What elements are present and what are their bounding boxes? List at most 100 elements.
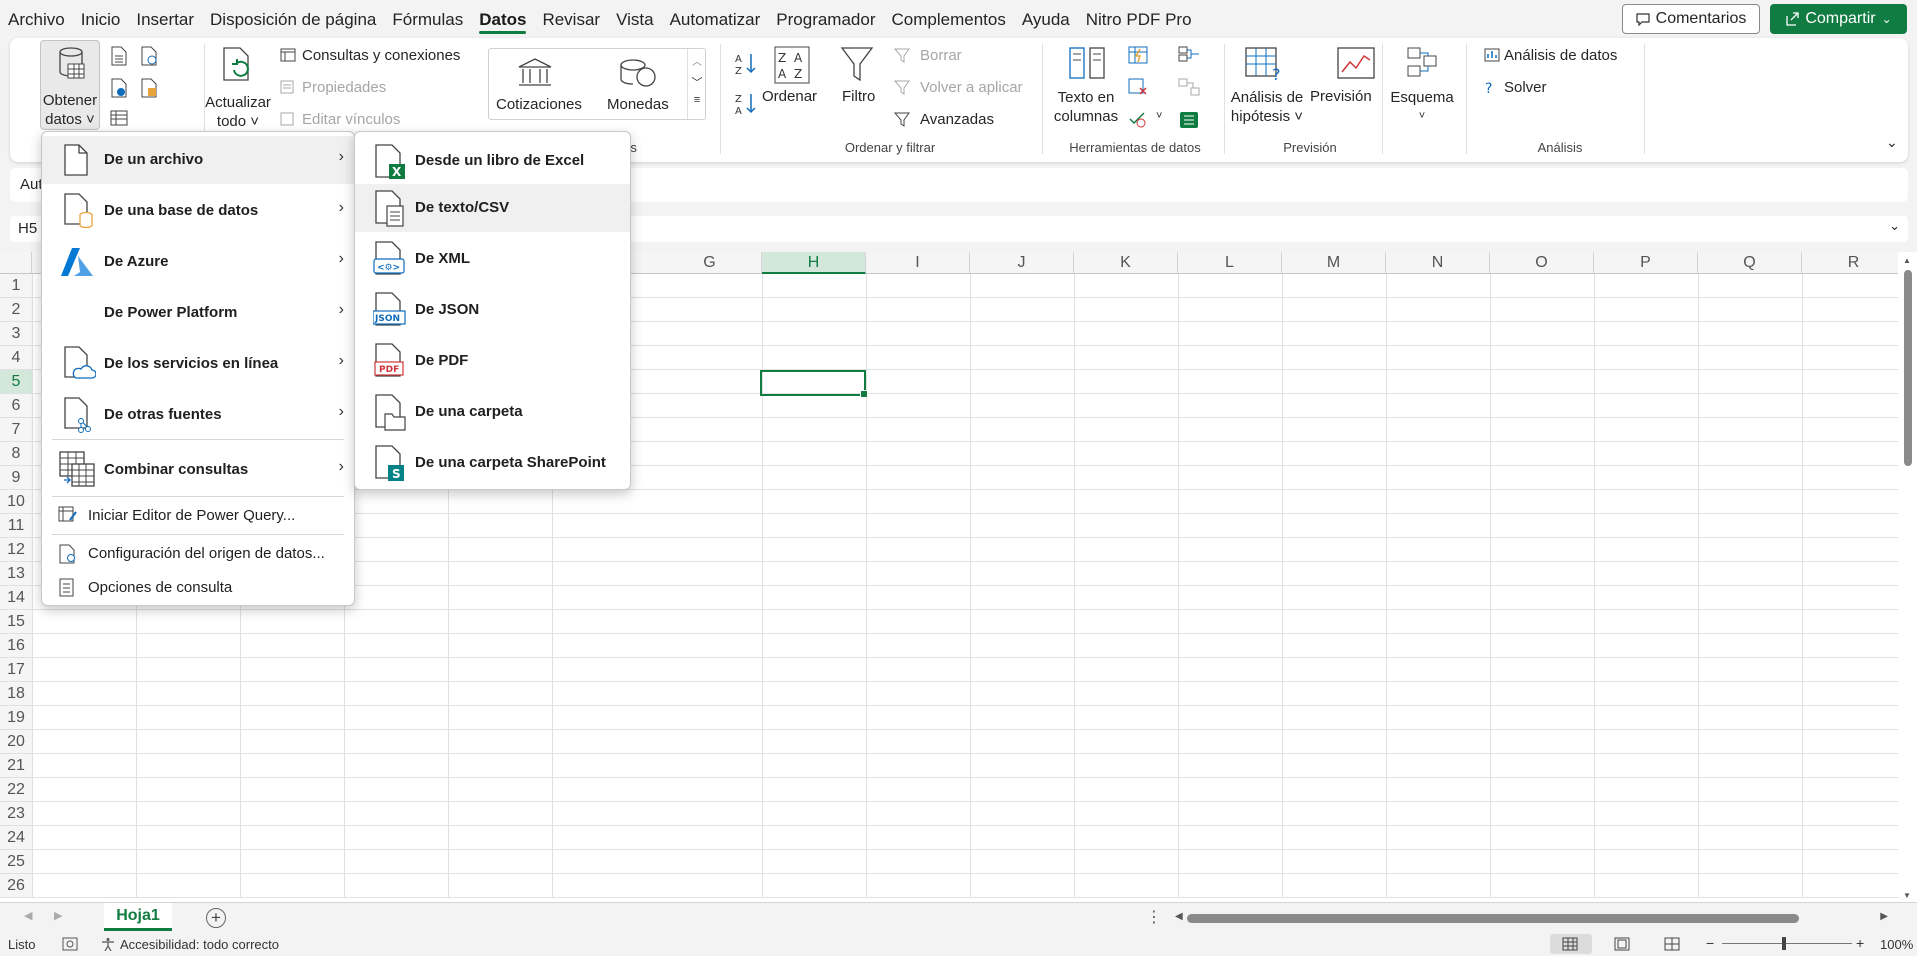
menu-item-launch-power-query[interactable]: Iniciar Editor de Power Query... (42, 500, 354, 532)
submenu-item-from-text-csv[interactable]: De texto/CSV (355, 184, 630, 232)
submenu-item-from-excel[interactable]: X Desde un libro de Excel (355, 138, 630, 184)
queries-connections-button[interactable]: Consultas y conexiones (302, 47, 460, 64)
row-header-16[interactable]: 16 (0, 634, 32, 658)
share-button[interactable]: Compartir ⌄ (1770, 4, 1907, 34)
submenu-item-from-pdf[interactable]: PDF De PDF (355, 337, 630, 385)
tab-inicio[interactable]: Inicio (73, 0, 129, 40)
menu-item-from-power-platform[interactable]: De Power Platform › (42, 289, 354, 337)
column-header-O[interactable]: O (1490, 252, 1594, 274)
row-header-12[interactable]: 12 (0, 538, 32, 562)
vertical-scrollbar[interactable]: ▲ ▼ (1898, 252, 1917, 902)
menu-item-from-other-sources[interactable]: De otras fuentes › (42, 391, 354, 439)
menu-item-from-file[interactable]: De un archivo › (42, 136, 354, 184)
tab-programador[interactable]: Programador (768, 0, 883, 40)
properties-button[interactable]: Propiedades (302, 79, 386, 96)
sort-button[interactable]: Ordenar (762, 88, 817, 105)
column-header-N[interactable]: N (1386, 252, 1490, 274)
row-header-14[interactable]: 14 (0, 586, 32, 610)
tab-complementos[interactable]: Complementos (884, 0, 1014, 40)
horizontal-scrollbar[interactable]: ◀ ▶ (1175, 910, 1888, 926)
row-header-3[interactable]: 3 (0, 322, 32, 346)
prev-sheet-icon[interactable]: ◀ (24, 909, 32, 922)
row-header-26[interactable]: 26 (0, 874, 32, 898)
zoom-in-icon[interactable]: + (1856, 935, 1864, 951)
normal-view-button[interactable] (1550, 934, 1592, 954)
row-header-22[interactable]: 22 (0, 778, 32, 802)
column-header-K[interactable]: K (1074, 252, 1178, 274)
scroll-up-icon[interactable]: ▲ (1903, 256, 1911, 265)
zoom-slider-thumb[interactable] (1782, 937, 1786, 950)
select-all-corner[interactable] (0, 252, 32, 274)
currencies-button[interactable]: Monedas (607, 96, 669, 113)
column-header-R[interactable]: R (1802, 252, 1906, 274)
scroll-right-icon[interactable]: ▶ (1880, 911, 1888, 922)
row-header-5[interactable]: 5 (0, 370, 32, 394)
chevron-down-icon[interactable]: ˅ (1156, 110, 1162, 122)
column-header-P[interactable]: P (1594, 252, 1698, 274)
column-header-H[interactable]: H (762, 252, 866, 274)
zoom-slider[interactable] (1722, 943, 1852, 944)
row-header-7[interactable]: 7 (0, 418, 32, 442)
tab-disposicion[interactable]: Disposición de página (202, 0, 384, 40)
row-header-19[interactable]: 19 (0, 706, 32, 730)
tab-formulas[interactable]: Fórmulas (384, 0, 471, 40)
stocks-button[interactable]: Cotizaciones (496, 96, 582, 113)
page-layout-icon[interactable] (1614, 937, 1630, 951)
row-header-11[interactable]: 11 (0, 514, 32, 538)
submenu-item-from-sharepoint-folder[interactable]: S De una carpeta SharePoint (355, 439, 630, 487)
row-header-23[interactable]: 23 (0, 802, 32, 826)
forecast-sheet-button[interactable]: Previsión (1310, 88, 1372, 105)
row-header-9[interactable]: 9 (0, 466, 32, 490)
row-header-20[interactable]: 20 (0, 730, 32, 754)
row-header-21[interactable]: 21 (0, 754, 32, 778)
data-analysis-button[interactable]: Análisis de datos (1504, 47, 1617, 64)
clear-button[interactable]: Borrar (920, 47, 962, 64)
submenu-item-from-json[interactable]: JSON De JSON (355, 286, 630, 334)
column-header-J[interactable]: J (970, 252, 1074, 274)
row-header-25[interactable]: 25 (0, 850, 32, 874)
row-header-18[interactable]: 18 (0, 682, 32, 706)
menu-item-from-database[interactable]: De una base de datos › (42, 187, 354, 235)
text-to-columns-button[interactable]: Texto en columnas (1050, 88, 1122, 126)
column-header-I[interactable]: I (866, 252, 970, 274)
outline-button[interactable]: Esquema ˅ (1390, 88, 1454, 126)
tab-vista[interactable]: Vista (608, 0, 662, 40)
row-header-8[interactable]: 8 (0, 442, 32, 466)
name-box[interactable]: H5 (18, 220, 37, 237)
tab-archivo[interactable]: Archivo (0, 0, 73, 40)
menu-item-combine-queries[interactable]: Combinar consultas › (42, 444, 354, 494)
zoom-level[interactable]: 100% (1880, 937, 1913, 952)
scroll-left-icon[interactable]: ◀ (1175, 911, 1183, 922)
add-sheet-icon[interactable]: + (206, 908, 226, 928)
submenu-item-from-folder[interactable]: De una carpeta (355, 388, 630, 436)
expand-formula-icon[interactable]: ⌄ (1889, 218, 1900, 234)
solver-button[interactable]: Solver (1504, 79, 1547, 96)
refresh-all-button[interactable]: Actualizar todo ˅ (205, 93, 271, 131)
row-header-1[interactable]: 1 (0, 274, 32, 298)
menu-item-from-azure[interactable]: De Azure › (42, 238, 354, 286)
row-header-17[interactable]: 17 (0, 658, 32, 682)
tab-nitro[interactable]: Nitro PDF Pro (1078, 0, 1200, 40)
menu-item-data-source-settings[interactable]: Configuración del origen de datos... (42, 538, 354, 570)
comments-button[interactable]: Comentarios (1622, 4, 1760, 34)
menu-item-from-online-services[interactable]: De los servicios en línea › (42, 340, 354, 388)
next-sheet-icon[interactable]: ▶ (54, 909, 62, 922)
row-header-13[interactable]: 13 (0, 562, 32, 586)
column-header-Q[interactable]: Q (1698, 252, 1802, 274)
row-header-10[interactable]: 10 (0, 490, 32, 514)
column-header-G[interactable]: G (658, 252, 762, 274)
column-header-L[interactable]: L (1178, 252, 1282, 274)
advanced-button[interactable]: Avanzadas (920, 111, 994, 128)
page-break-icon[interactable] (1664, 937, 1680, 951)
submenu-item-from-xml[interactable]: <⚙> De XML (355, 235, 630, 283)
zoom-out-icon[interactable]: − (1706, 935, 1714, 951)
macro-record-icon[interactable] (62, 937, 78, 951)
tab-datos[interactable]: Datos (471, 0, 534, 40)
tab-automatizar[interactable]: Automatizar (662, 0, 769, 40)
horizontal-scroll-thumb[interactable] (1187, 914, 1799, 923)
tab-insertar[interactable]: Insertar (128, 0, 202, 40)
collapse-ribbon-icon[interactable]: ⌄ (1886, 134, 1898, 151)
vertical-scroll-thumb[interactable] (1904, 270, 1912, 466)
accessibility-status[interactable]: Accesibilidad: todo correcto (120, 937, 279, 952)
row-header-15[interactable]: 15 (0, 610, 32, 634)
